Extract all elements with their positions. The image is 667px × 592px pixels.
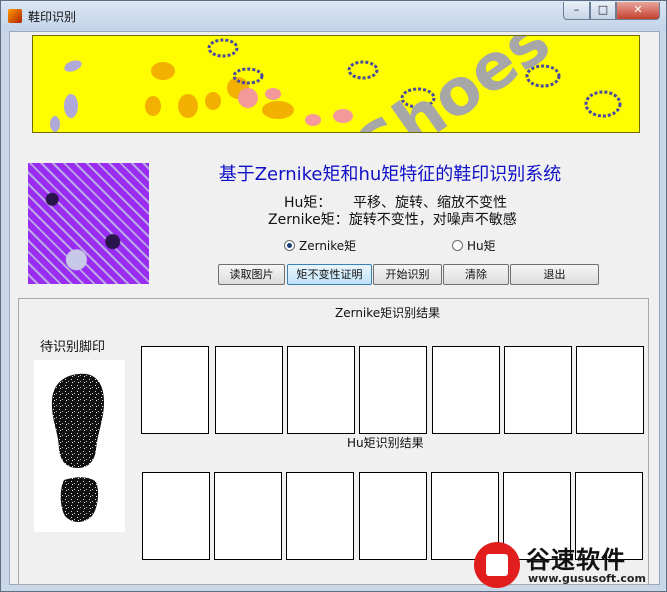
- read-image-button[interactable]: 读取图片: [218, 264, 285, 285]
- zernike-result-4: [359, 346, 427, 434]
- hu-results-title: Hu矩识别结果: [344, 434, 427, 451]
- close-button[interactable]: ✕: [616, 2, 660, 20]
- watermark-url: www.gususoft.com: [528, 572, 646, 585]
- zernike-result-2: [215, 346, 283, 434]
- title-bar: 鞋印识别 – □ ✕: [1, 1, 666, 31]
- zernike-result-5: [432, 346, 500, 434]
- window-title: 鞋印识别: [28, 10, 77, 24]
- client-area: Shoes 基于Zernike矩和hu矩特征的鞋印识别系统 Hu矩： 平移、旋转…: [9, 31, 660, 585]
- zernike-result-7: [576, 346, 644, 434]
- radio-selected-icon: [284, 240, 295, 251]
- watermark-name: 谷速软件: [526, 546, 626, 574]
- moment-invariance-button[interactable]: 矩不变性证明: [287, 264, 372, 285]
- gususoft-watermark: 谷速软件 www.gususoft.com: [468, 540, 667, 592]
- exit-button[interactable]: 退出: [510, 264, 599, 285]
- zernike-result-1: [141, 346, 209, 434]
- hu-radio-label: Hu矩: [467, 239, 496, 253]
- footprint-graphic: [51, 373, 104, 522]
- texture-pattern-image: [28, 163, 149, 284]
- gususoft-logo-icon: [474, 542, 520, 588]
- matlab-icon: [8, 9, 22, 23]
- hu-result-3: [286, 472, 354, 560]
- query-footprint-image: [34, 360, 125, 532]
- zernike-result-3: [287, 346, 355, 434]
- app-window: 鞋印识别 – □ ✕ Shoes 基于Zernike矩和hu矩特征的鞋印识别系统…: [0, 0, 667, 592]
- banner-graphic: Shoes: [50, 36, 622, 132]
- zernike-result-6: [504, 346, 572, 434]
- start-recognition-button[interactable]: 开始识别: [373, 264, 442, 285]
- zernike-results-title: Zernike矩识别结果: [332, 304, 444, 321]
- maximize-button[interactable]: □: [590, 2, 616, 20]
- system-title: 基于Zernike矩和hu矩特征的鞋印识别系统: [218, 164, 562, 185]
- zernike-radio[interactable]: Zernike矩: [284, 237, 356, 254]
- hu-result-4: [359, 472, 427, 560]
- query-image-label: 待识别脚印: [40, 340, 106, 355]
- zernike-radio-label: Zernike矩: [299, 239, 357, 253]
- hu-result-1: [142, 472, 210, 560]
- banner-word: Shoes: [343, 36, 563, 132]
- shoes-banner-image: Shoes: [32, 35, 640, 133]
- minimize-button[interactable]: –: [563, 2, 590, 20]
- zernike-info-line: Zernike矩：旋转不变性，对噪声不敏感: [268, 212, 517, 228]
- radio-unselected-icon: [452, 240, 463, 251]
- clear-button[interactable]: 清除: [443, 264, 509, 285]
- hu-radio[interactable]: Hu矩: [452, 237, 496, 254]
- hu-result-2: [214, 472, 282, 560]
